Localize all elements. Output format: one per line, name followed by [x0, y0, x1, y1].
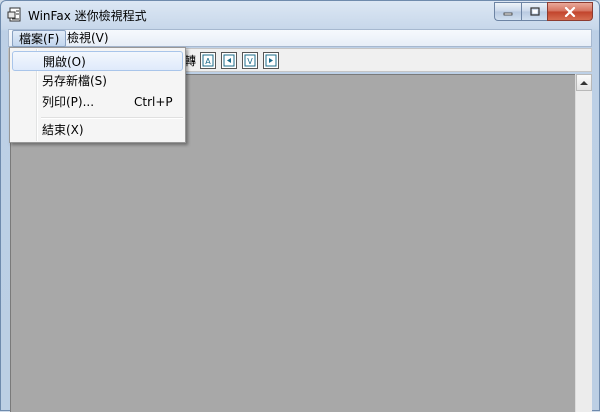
- menu-item-print-shortcut: Ctrl+P: [134, 95, 173, 109]
- minimize-icon: [503, 12, 513, 15]
- winfax-app-icon[interactable]: [7, 7, 23, 23]
- menu-separator: [41, 117, 183, 119]
- app-window: WinFax 迷你檢視程式 檔案(F) 檢視(V) 轉 A V 開啟(O) 另存…: [0, 0, 600, 412]
- page-v-icon: V: [244, 54, 256, 67]
- menu-item-save-as[interactable]: 另存新檔(S): [12, 71, 183, 91]
- menu-item-exit[interactable]: 結束(X): [12, 120, 183, 140]
- menu-item-print[interactable]: 列印(P)... Ctrl+P: [12, 92, 183, 112]
- menu-file[interactable]: 檔案(F): [12, 30, 67, 47]
- page-right-icon: [265, 54, 277, 67]
- menu-item-open[interactable]: 開啟(O): [12, 51, 183, 71]
- toolbar-button-page-left[interactable]: [221, 52, 237, 69]
- scroll-up-arrow-icon: [580, 80, 588, 85]
- minimize-button[interactable]: [494, 2, 521, 21]
- scroll-up-button[interactable]: [576, 74, 592, 91]
- menu-item-save-as-label: 另存新檔(S): [42, 74, 107, 88]
- menu-item-open-label: 開啟(O): [43, 55, 86, 69]
- menu-item-print-label: 列印(P)...: [42, 95, 95, 109]
- close-icon: [564, 6, 576, 17]
- toolbar-button-page-a[interactable]: A: [200, 52, 216, 69]
- page-left-icon: [223, 54, 235, 67]
- maximize-button[interactable]: [521, 2, 547, 21]
- vertical-scrollbar[interactable]: [575, 74, 592, 412]
- svg-text:V: V: [247, 57, 253, 66]
- toolbar-button-page-v[interactable]: V: [242, 52, 258, 69]
- maximize-icon: [529, 6, 540, 16]
- menu-item-exit-label: 結束(X): [42, 123, 84, 137]
- window-title: WinFax 迷你檢視程式: [28, 9, 147, 23]
- file-menu-dropdown: 開啟(O) 另存新檔(S) 列印(P)... Ctrl+P 結束(X): [9, 47, 186, 143]
- title-bar[interactable]: WinFax 迷你檢視程式: [1, 1, 599, 29]
- menu-bar: 檔案(F) 檢視(V): [8, 29, 592, 47]
- svg-text:A: A: [205, 57, 211, 66]
- caption-buttons: [494, 2, 593, 21]
- page-a-icon: A: [202, 54, 214, 67]
- toolbar-button-page-right[interactable]: [263, 52, 279, 69]
- close-button[interactable]: [547, 2, 593, 21]
- menu-view[interactable]: 檢視(V): [61, 30, 115, 47]
